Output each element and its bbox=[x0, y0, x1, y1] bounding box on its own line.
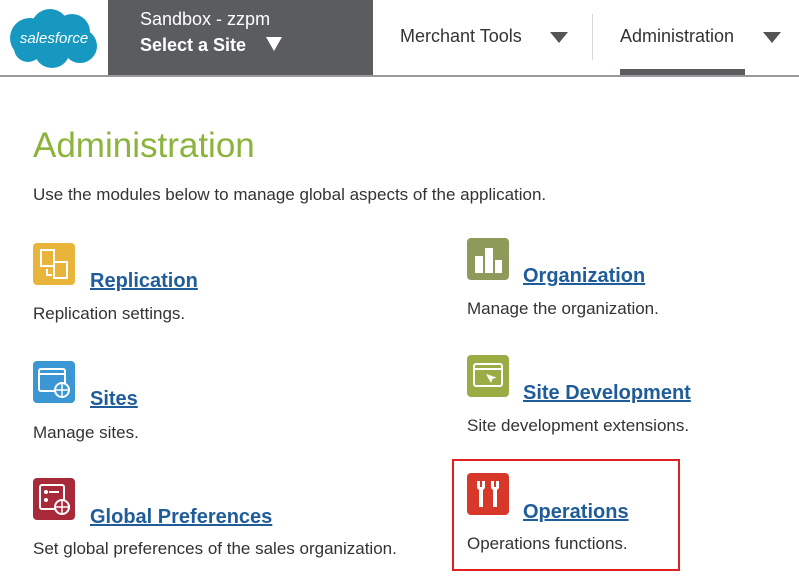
sites-icon bbox=[33, 361, 75, 403]
replication-link[interactable]: Replication bbox=[90, 270, 198, 293]
page-intro: Use the modules below to manage global a… bbox=[33, 185, 547, 204]
operations-highlight-box bbox=[452, 459, 680, 571]
sandbox-name: Sandbox - zzpm bbox=[140, 9, 271, 29]
replication-icon bbox=[33, 243, 75, 285]
global-preferences-link[interactable]: Global Preferences bbox=[90, 506, 272, 529]
nav-divider bbox=[592, 14, 593, 60]
select-site-label: Select a Site bbox=[140, 35, 247, 55]
sites-link[interactable]: Sites bbox=[90, 388, 138, 411]
nav-merchant-tools[interactable]: Merchant Tools bbox=[385, 0, 585, 76]
organization-link[interactable]: Organization bbox=[523, 265, 645, 288]
global-preferences-description: Set global preferences of the sales orga… bbox=[33, 539, 397, 558]
chevron-down-icon bbox=[763, 32, 781, 43]
salesforce-cloud-icon: salesforce bbox=[10, 9, 97, 68]
nav-merchant-tools-label: Merchant Tools bbox=[400, 26, 522, 46]
site-development-description: Site development extensions. bbox=[467, 416, 690, 435]
site-development-link[interactable]: Site Development bbox=[523, 382, 691, 405]
salesforce-logo[interactable]: salesforce bbox=[0, 0, 108, 76]
chevron-down-icon bbox=[550, 32, 568, 43]
logo-text: salesforce bbox=[20, 30, 88, 47]
page-title: Administration bbox=[33, 126, 255, 165]
organization-description: Manage the organization. bbox=[467, 299, 659, 318]
header-divider bbox=[0, 75, 799, 77]
chevron-down-icon bbox=[266, 37, 282, 51]
top-bar: salesforce Sandbox - zzpm Select a Site … bbox=[0, 0, 799, 76]
nav-administration-label: Administration bbox=[620, 26, 735, 46]
site-selector[interactable]: Sandbox - zzpm Select a Site bbox=[108, 0, 373, 76]
global-preferences-icon bbox=[33, 478, 75, 520]
replication-description: Replication settings. bbox=[33, 304, 186, 323]
site-development-icon bbox=[467, 355, 509, 397]
nav-administration[interactable]: Administration bbox=[600, 0, 799, 76]
organization-icon bbox=[467, 238, 509, 280]
sites-description: Manage sites. bbox=[33, 423, 139, 442]
